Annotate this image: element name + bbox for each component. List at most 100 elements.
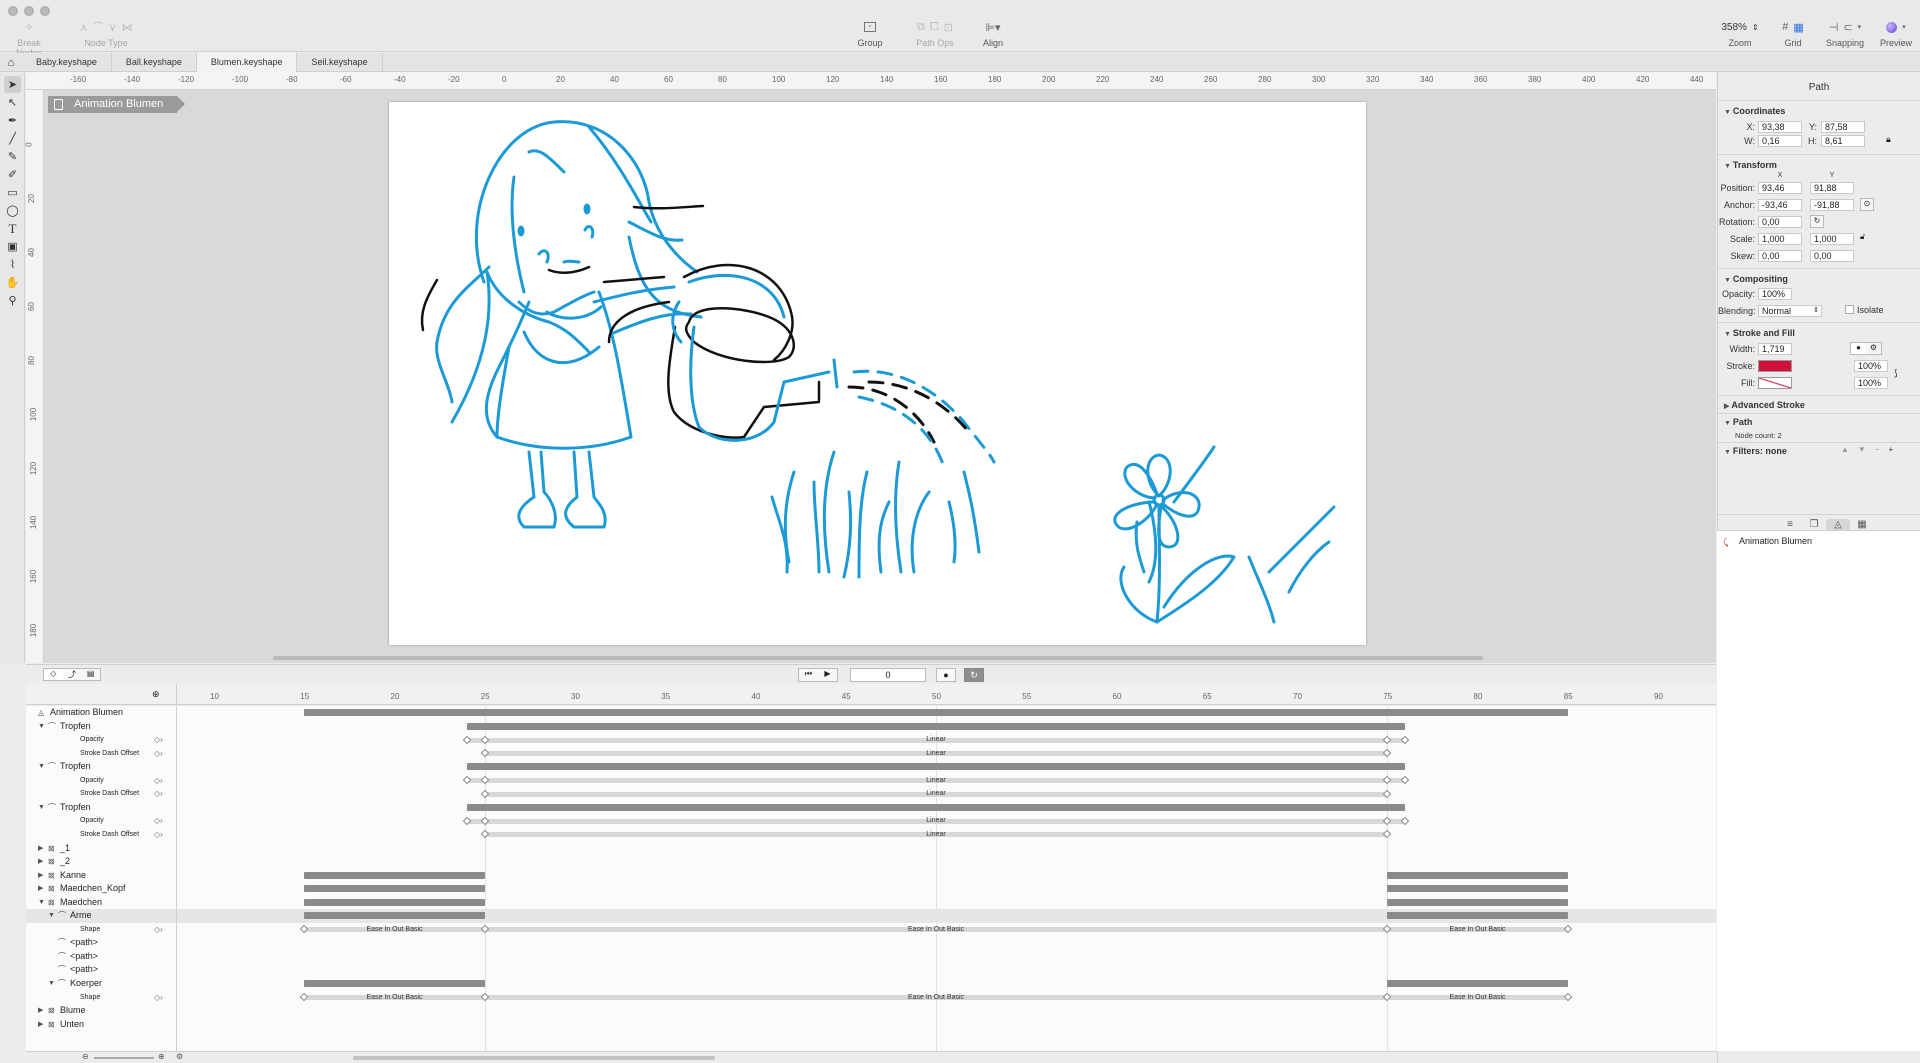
lock-icon[interactable]: 🔒︎ [1886, 134, 1891, 145]
canvas-horizontal-scrollbar[interactable] [273, 656, 1483, 660]
disclosure-icon[interactable]: ▼ [38, 760, 45, 774]
position-y-field[interactable]: 91,88 [1810, 182, 1854, 194]
tab-baby[interactable]: Baby.keyshape [22, 53, 112, 72]
rotation-dial-icon[interactable]: ↻ [1810, 215, 1824, 228]
breadcrumb[interactable]: Animation Blumen [48, 96, 186, 113]
add-icon[interactable]: + [1889, 445, 1903, 454]
grid-control[interactable]: # ▦ Grid [1776, 18, 1810, 48]
preview-control[interactable]: ▾ Preview [1876, 18, 1916, 48]
close-window-button[interactable] [8, 6, 18, 16]
keyframe-nav-icon[interactable]: ◇› [154, 733, 163, 747]
timeline-zoom-slider[interactable] [94, 1057, 154, 1059]
layer-duration-bar[interactable] [1387, 898, 1568, 906]
stroke-cap-toggle[interactable]: ● ⚙︎ [1850, 342, 1882, 355]
layer-duration-bar[interactable] [466, 722, 1406, 730]
layer-duration-bar[interactable] [304, 871, 485, 879]
fill-opacity-field[interactable]: 100% [1854, 377, 1888, 389]
disclosure-icon[interactable]: ▼ [48, 977, 55, 991]
timeline-row[interactable]: ▶ ⊠ Unten [26, 1018, 1716, 1032]
disclosure-icon[interactable]: ▼ [38, 801, 45, 815]
anchor-y-field[interactable]: -91,88 [1810, 199, 1854, 211]
timeline-row[interactable]: ▶ ⊠ _2 [26, 855, 1716, 869]
disclosure-icon[interactable]: ▶ [38, 1018, 43, 1032]
artboard[interactable] [389, 102, 1366, 645]
node-type-tool[interactable]: ⋏ ⌒ ⋎ ⋈ Node Type [72, 18, 140, 49]
filters-section[interactable]: Filters: none [1724, 446, 1787, 456]
break-nodes-tool[interactable]: ⟡ Break Nodes [6, 18, 52, 59]
opacity-field[interactable]: 100% [1758, 288, 1792, 300]
keyframe-nav-icon[interactable]: ◇› [154, 991, 163, 1005]
direct-select-icon[interactable]: ↖ [4, 94, 21, 111]
disclosure-icon[interactable]: ▶ [38, 1004, 43, 1018]
timeline-row[interactable]: ⌒ <path> [26, 950, 1716, 964]
rewind-icon[interactable]: ⏮︎ [799, 669, 818, 681]
timeline-mode-switch[interactable]: ◇ ⤴ ▤ [43, 668, 101, 681]
path-section[interactable]: Path [1724, 417, 1753, 427]
coord-w-field[interactable]: 0,16 [1758, 135, 1802, 147]
add-keyframe-icon[interactable]: ⊕ [152, 689, 160, 700]
coord-h-field[interactable]: 8,61 [1821, 135, 1865, 147]
fill-pen-icon[interactable]: ✐ [4, 166, 21, 183]
blending-select[interactable]: Normal ⇕ [1758, 305, 1822, 317]
disclosure-icon[interactable]: ▶ [38, 882, 43, 896]
keyframe-nav-icon[interactable]: ◇› [154, 923, 163, 937]
coordinates-section[interactable]: Coordinates [1724, 106, 1786, 116]
scale-y-field[interactable]: 1,000 [1810, 233, 1854, 245]
keyframe-mode-icon[interactable]: ◇ [44, 669, 63, 680]
transform-section[interactable]: Transform [1724, 160, 1777, 170]
stroke-width-field[interactable]: 1,719 [1758, 343, 1792, 355]
keyframe-nav-icon[interactable]: ◇› [154, 774, 163, 788]
timeline-row[interactable]: ⌒ <path> [26, 936, 1716, 950]
path-ops-tool[interactable]: ⧉ ⧠ ⊡ Path Ops [900, 18, 970, 49]
play-icon[interactable]: ▶ [818, 669, 837, 681]
layer-duration-bar[interactable] [304, 980, 485, 987]
layer-duration-bar[interactable] [1387, 980, 1568, 987]
layer-duration-bar[interactable] [1387, 912, 1568, 920]
keyframe-nav-icon[interactable]: ◇› [154, 747, 163, 761]
layer-duration-bar[interactable] [304, 912, 485, 920]
layer-duration-bar[interactable] [466, 763, 1406, 771]
timeline-row[interactable]: ▶ ⊠ _1 [26, 842, 1716, 856]
snapping-control[interactable]: ⊣ ⊂ ▾ Snapping [1822, 18, 1868, 49]
disclosure-icon[interactable]: ▼ [48, 909, 55, 923]
zoom-control[interactable]: 358% ⇕ Zoom [1712, 18, 1768, 49]
layer-animation-blumen[interactable]: Animation Blumen [1739, 536, 1812, 546]
line-icon[interactable]: ╱ [4, 130, 21, 147]
image-icon[interactable]: ▣ [4, 238, 21, 255]
stroke-color-swatch[interactable] [1758, 360, 1792, 372]
select-icon[interactable]: ➤ [4, 76, 21, 93]
curve-mode-icon[interactable]: ⤴ [63, 669, 82, 680]
timeline-settings-icon[interactable]: ⚙︎ [176, 1052, 183, 1061]
frame-field[interactable]: 0 [850, 668, 926, 682]
layer-duration-bar[interactable] [304, 898, 485, 906]
tab-seil[interactable]: Seil.keyshape [297, 53, 383, 72]
layer-duration-bar[interactable] [304, 885, 485, 893]
zoom-icon[interactable]: ⚲ [4, 292, 21, 309]
loop-icon[interactable]: ↻ [964, 668, 984, 682]
tab-blumen[interactable]: Blumen.keyshape [196, 53, 298, 72]
disclosure-icon[interactable]: ▼ [38, 896, 45, 910]
zoom-in-icon[interactable]: ⊕ [158, 1052, 165, 1061]
position-x-field[interactable]: 93,46 [1758, 182, 1802, 194]
pencil-icon[interactable]: ✎ [4, 148, 21, 165]
disclosure-icon[interactable]: ▶ [38, 842, 43, 856]
text-icon[interactable]: T [4, 220, 21, 237]
move-up-icon[interactable]: ▲ [1841, 445, 1858, 454]
keyframe-nav-icon[interactable]: ◇› [154, 814, 163, 828]
move-down-icon[interactable]: ▼ [1858, 445, 1875, 454]
settings-mode-icon[interactable]: ▤ [81, 669, 100, 680]
layer-duration-bar[interactable] [304, 709, 1568, 716]
stroke-opacity-field[interactable]: 100% [1854, 360, 1888, 372]
remove-icon[interactable]: − [1875, 445, 1889, 454]
timeline-row[interactable]: ⌒ <path> [26, 963, 1716, 977]
rectangle-icon[interactable]: ▭ [4, 184, 21, 201]
home-icon[interactable]: ⌂ [0, 53, 22, 72]
layer-duration-bar[interactable] [1387, 871, 1568, 879]
isolate-checkbox[interactable] [1845, 305, 1854, 314]
ellipse-icon[interactable]: ◯ [4, 202, 21, 219]
pen-icon[interactable]: ✒ [4, 112, 21, 129]
scale-x-field[interactable]: 1,000 [1758, 233, 1802, 245]
disclosure-icon[interactable]: ▶ [38, 855, 43, 869]
timeline-scrollbar[interactable] [353, 1056, 715, 1060]
layer-duration-bar[interactable] [466, 803, 1406, 811]
